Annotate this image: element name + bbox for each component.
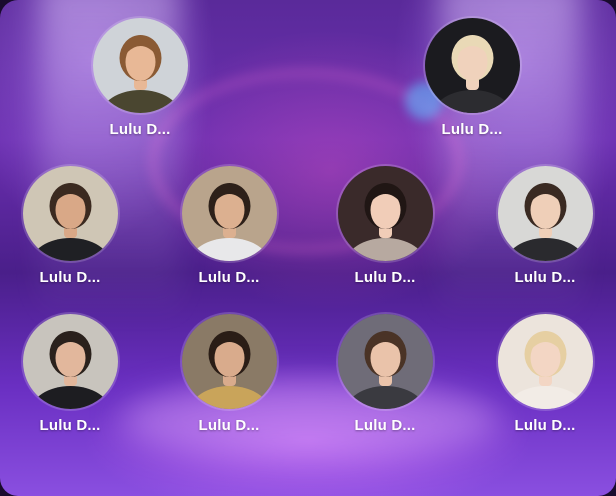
user-card[interactable]: Lulu D...	[330, 314, 440, 434]
user-name: Lulu D...	[39, 417, 101, 434]
user-card[interactable]: Lulu D...	[174, 166, 284, 286]
avatar-portrait	[22, 314, 118, 409]
user-name: Lulu D...	[514, 269, 576, 286]
user-card[interactable]: Lulu D...	[174, 314, 284, 434]
avatar-portrait	[424, 18, 520, 113]
avatar-portrait	[92, 18, 188, 113]
user-card[interactable]: Lulu D...	[490, 314, 600, 434]
user-name: Lulu D...	[441, 121, 503, 138]
user-card[interactable]: Lulu D...	[15, 314, 125, 434]
user-avatar[interactable]	[337, 314, 433, 409]
user-name: Lulu D...	[514, 417, 576, 434]
user-avatar[interactable]	[22, 314, 118, 409]
user-card[interactable]: Lulu D...	[417, 18, 527, 138]
user-avatar[interactable]	[337, 166, 433, 261]
user-name: Lulu D...	[198, 269, 260, 286]
avatar-portrait	[497, 166, 593, 261]
avatar-portrait	[181, 166, 277, 261]
user-name: Lulu D...	[198, 417, 260, 434]
user-name: Lulu D...	[39, 269, 101, 286]
user-card[interactable]: Lulu D...	[490, 166, 600, 286]
user-grid-panel: Lulu D... Lulu D... Lulu D... Lulu D... …	[0, 0, 616, 496]
user-avatar[interactable]	[424, 18, 520, 113]
user-avatar[interactable]	[181, 314, 277, 409]
avatar-portrait	[337, 314, 433, 409]
avatar-portrait	[22, 166, 118, 261]
avatar-portrait	[181, 314, 277, 409]
user-name: Lulu D...	[354, 417, 416, 434]
user-name: Lulu D...	[109, 121, 171, 138]
user-avatar[interactable]	[92, 18, 188, 113]
user-avatar[interactable]	[497, 314, 593, 409]
avatar-portrait	[337, 166, 433, 261]
user-card[interactable]: Lulu D...	[85, 18, 195, 138]
user-card[interactable]: Lulu D...	[15, 166, 125, 286]
user-avatar[interactable]	[181, 166, 277, 261]
user-avatar[interactable]	[497, 166, 593, 261]
user-avatar[interactable]	[22, 166, 118, 261]
user-name: Lulu D...	[354, 269, 416, 286]
avatar-portrait	[497, 314, 593, 409]
user-card[interactable]: Lulu D...	[330, 166, 440, 286]
